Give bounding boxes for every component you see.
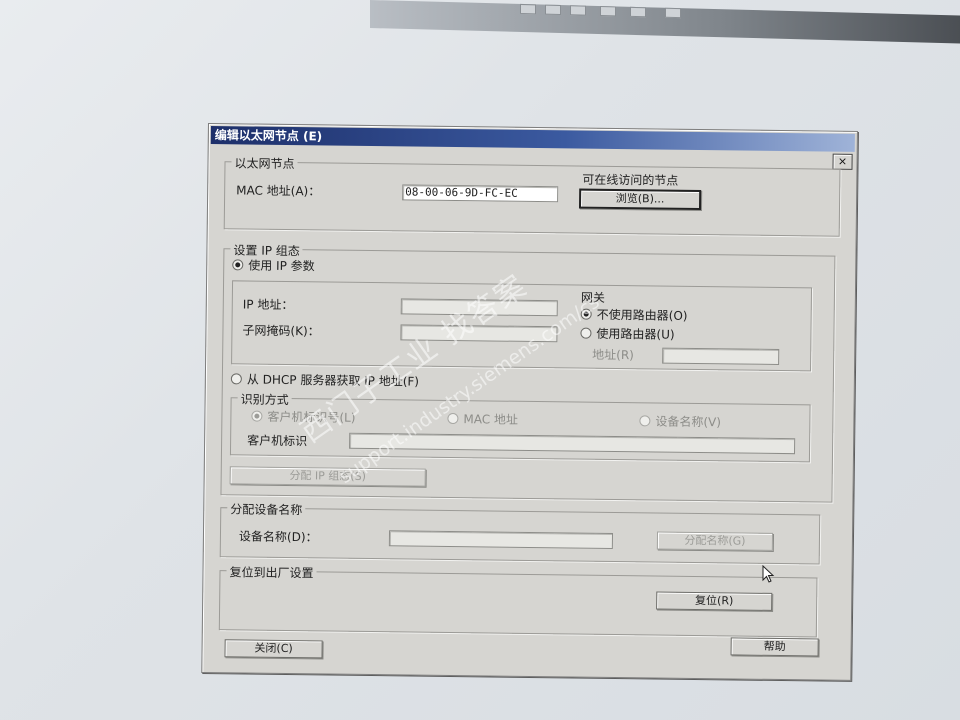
edit-ethernet-node-dialog: 编辑以太网节点 (E) × 以太网节点 MAC 地址(A)： 08-00-06-… — [201, 123, 858, 681]
factory-reset-group: 复位到出厂设置 复位(R) — [218, 563, 818, 638]
taskbar-button[interactable] — [545, 4, 561, 16]
no-router-label: 不使用路由器(O) — [596, 307, 688, 323]
group-title: 分配设备名称 — [227, 500, 306, 519]
taskbar-button[interactable] — [520, 3, 536, 15]
client-id-radio[interactable] — [251, 410, 263, 422]
device-name-field[interactable] — [388, 530, 614, 549]
reset-button[interactable]: 复位(R) — [656, 591, 773, 611]
browse-button[interactable]: 浏览(B)... — [578, 188, 702, 211]
taskbar-button[interactable] — [665, 7, 681, 19]
subnet-mask-label: 子网掩码(K)： — [242, 323, 320, 339]
close-icon[interactable]: × — [832, 153, 853, 170]
identification-title: 识别方式 — [237, 390, 292, 409]
accessible-nodes-label: 可在线访问的节点 — [582, 172, 679, 188]
mac-address-label: MAC 地址(A)： — [236, 183, 321, 199]
dialog-title: 编辑以太网节点 (E) — [210, 126, 855, 152]
taskbar-button[interactable] — [630, 6, 646, 18]
dhcp-radio[interactable] — [230, 373, 242, 385]
mac-address-field[interactable]: 08-00-06-9D-FC-EC — [402, 184, 559, 203]
ip-address-label: IP 地址： — [242, 297, 294, 313]
taskbar-button[interactable] — [570, 5, 586, 16]
close-button[interactable]: 关闭(C) — [224, 639, 323, 659]
use-ip-params-label: 使用 IP 参数 — [248, 258, 315, 274]
client-id-label: 客户机标识 — [247, 433, 308, 449]
device-name-label: 设备名称(D)： — [238, 529, 318, 545]
router-address-label: 地址(R) — [592, 347, 634, 363]
device-name-option-label: 设备名称(V) — [655, 414, 722, 430]
use-router-label: 使用路由器(U) — [596, 326, 675, 342]
group-title: 以太网节点 — [231, 154, 298, 173]
ip-config-group: 设置 IP 组态 使用 IP 参数 IP 地址： 子网掩码(K)： 网关 不使用… — [220, 241, 836, 503]
group-title: 复位到出厂设置 — [226, 563, 317, 582]
taskbar-strip — [370, 0, 960, 44]
device-name-group: 分配设备名称 设备名称(D)： 分配名称(G) — [219, 500, 821, 565]
use-ip-params-radio[interactable] — [232, 259, 244, 271]
help-button[interactable]: 帮助 — [730, 637, 819, 657]
mouse-cursor-icon — [762, 565, 775, 583]
taskbar-button[interactable] — [600, 6, 616, 17]
mac-option-label: MAC 地址 — [463, 412, 519, 427]
ethernet-node-group: 以太网节点 MAC 地址(A)： 08-00-06-9D-FC-EC 可在线访问… — [223, 154, 841, 237]
use-router-radio[interactable] — [580, 327, 592, 339]
device-name-option-radio[interactable] — [639, 415, 651, 427]
router-address-field[interactable] — [662, 347, 780, 365]
assign-ip-config-button[interactable]: 分配 IP 组态(S) — [229, 466, 426, 487]
assign-name-button[interactable]: 分配名称(G) — [656, 531, 774, 551]
